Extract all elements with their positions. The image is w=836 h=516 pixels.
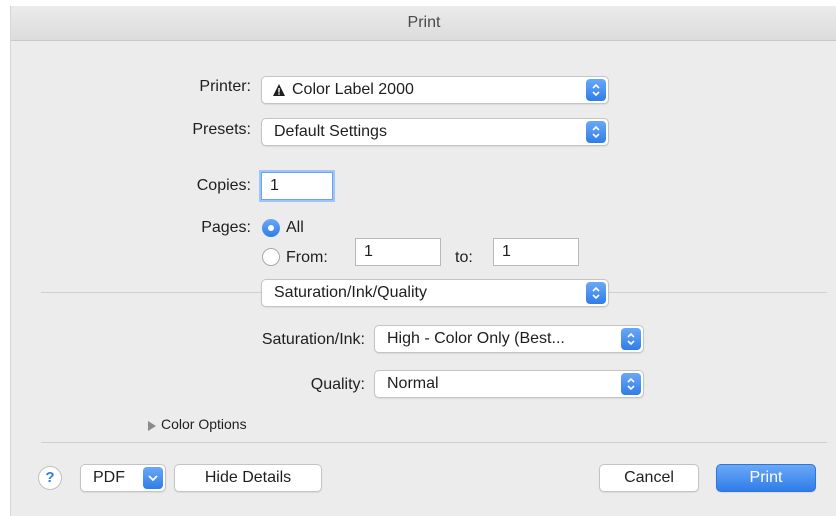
section-value: Saturation/Ink/Quality [274, 284, 427, 301]
pages-to-label: to: [455, 249, 473, 266]
popup-stepper-icon [621, 373, 641, 395]
quality-popup[interactable]: Normal [374, 370, 644, 398]
section-popup[interactable]: Saturation/Ink/Quality [261, 279, 609, 307]
pages-from-label: From: [286, 249, 328, 266]
quality-label: Quality: [310, 376, 365, 393]
pages-label: Pages: [201, 219, 251, 236]
popup-stepper-icon [621, 328, 641, 350]
pages-all-label: All [286, 219, 304, 236]
quality-value: Normal [387, 375, 439, 392]
chevron-down-icon [143, 467, 163, 489]
disclosure-triangle-icon [147, 419, 157, 437]
print-dialog: Print Printer: Color Label 2000 Presets:… [10, 6, 836, 516]
printer-label: Printer: [199, 78, 251, 95]
saturation-value: High - Color Only (Best... [387, 330, 565, 347]
presets-label: Presets: [192, 121, 251, 138]
hide-details-button[interactable]: Hide Details [174, 464, 322, 492]
saturation-popup[interactable]: High - Color Only (Best... [374, 325, 644, 353]
copies-field[interactable]: 1 [261, 172, 333, 200]
presets-popup[interactable]: Default Settings [261, 118, 609, 146]
pages-to-field[interactable]: 1 [493, 238, 579, 266]
pages-all-radio[interactable] [262, 219, 280, 237]
copies-label: Copies: [196, 177, 251, 194]
printer-popup[interactable]: Color Label 2000 [261, 76, 609, 104]
popup-stepper-icon [586, 79, 606, 101]
pages-from-field[interactable]: 1 [355, 238, 441, 266]
presets-value: Default Settings [274, 123, 387, 140]
cancel-button[interactable]: Cancel [599, 464, 699, 492]
warning-triangle-icon [272, 83, 286, 102]
popup-stepper-icon [586, 121, 606, 143]
color-options-label: Color Options [161, 416, 247, 432]
divider [41, 442, 827, 443]
help-button[interactable]: ? [38, 466, 62, 490]
pdf-menu-button[interactable]: PDF [80, 464, 166, 492]
printer-value: Color Label 2000 [292, 81, 414, 98]
popup-stepper-icon [586, 282, 606, 304]
window-title: Print [11, 6, 836, 41]
pdf-label: PDF [93, 469, 125, 486]
print-button[interactable]: Print [716, 464, 816, 492]
pages-from-radio[interactable] [262, 248, 280, 266]
saturation-label: Saturation/Ink: [261, 331, 365, 348]
